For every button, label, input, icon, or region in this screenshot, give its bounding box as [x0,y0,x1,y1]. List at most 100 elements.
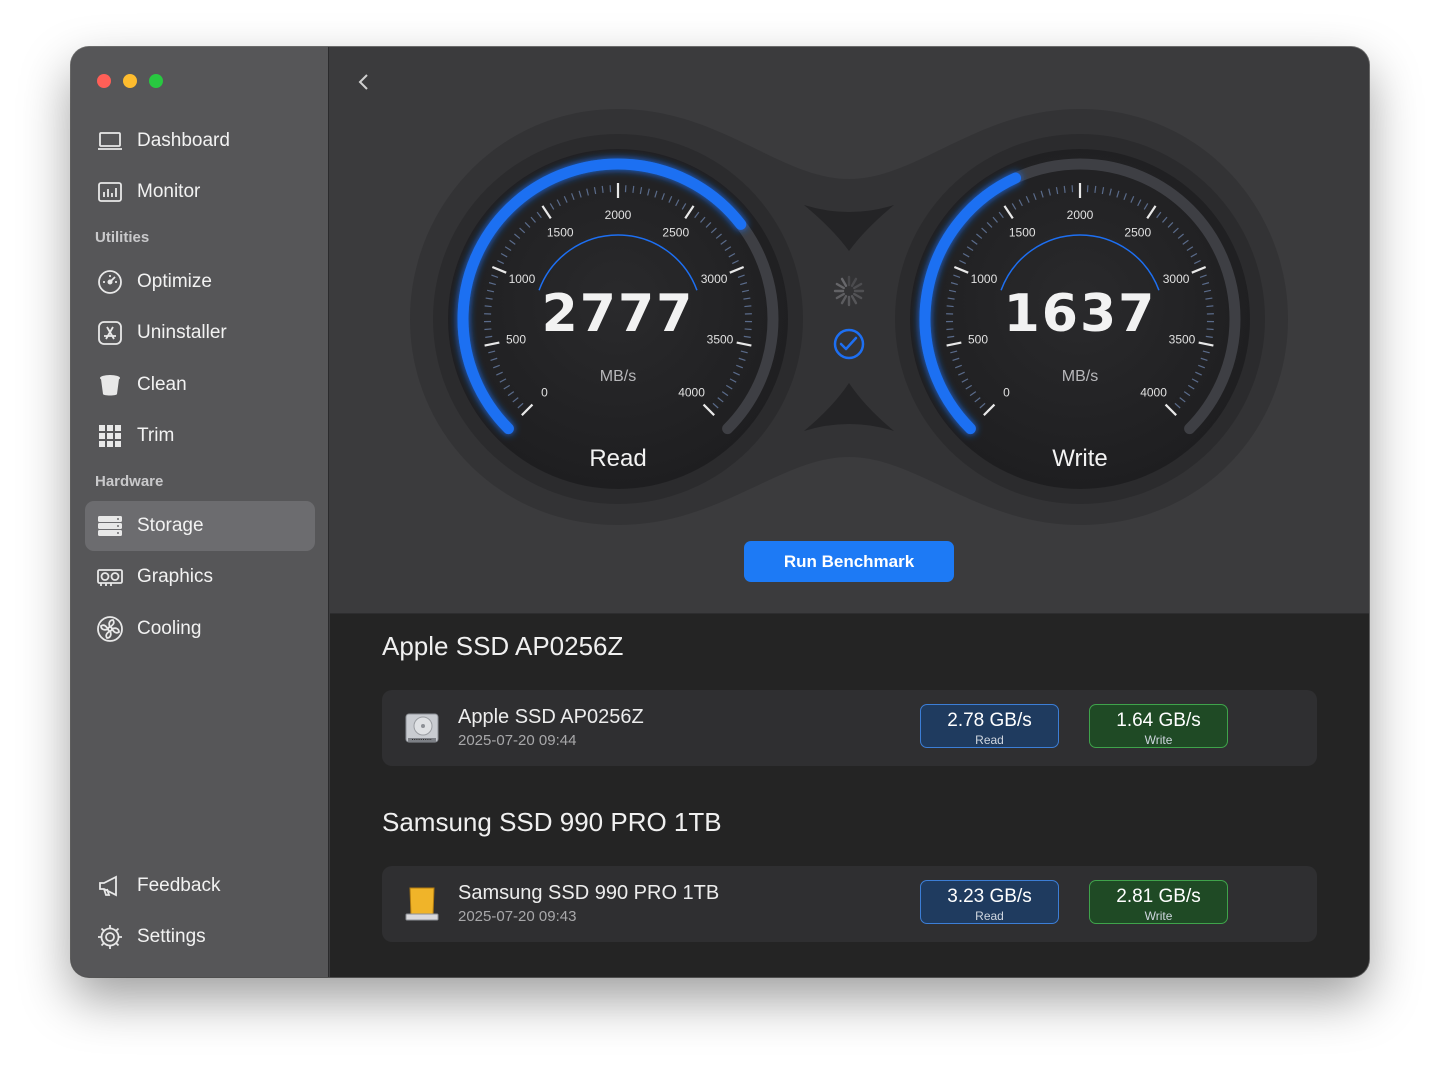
gauge-label: Write [1052,445,1108,472]
sidebar-item-storage[interactable]: Storage [85,501,315,551]
sidebar-item-label: Dashboard [137,130,230,151]
read-speed-value: 3.23 GB/s [947,886,1032,907]
sidebar-item-uninstaller[interactable]: Uninstaller [85,308,315,358]
sidebar-item-cooling[interactable]: Cooling [85,604,315,654]
app-window: Dashboard Monitor Utilities Optimize Uni… [71,47,1369,977]
results-panel: Apple SSD AP0256Z Apple SSD AP0256Z 2025… [330,614,1369,977]
write-gauge: 0 500 1000 1500 2000 2500 3000 3500 4000 1637 MB/s… [895,134,1265,504]
megaphone-icon [95,871,125,901]
gauge-tick-label: 3000 [701,272,728,286]
gauge-minor-tick [1094,185,1097,193]
sidebar-item-label: Monitor [137,181,201,202]
sidebar-item-monitor[interactable]: Monitor [85,167,315,217]
speedometer-icon [95,267,125,297]
gauge-tick-label: 3000 [1163,272,1190,286]
sidebar-item-optimize[interactable]: Optimize [85,257,315,307]
gauge-tick-label: 3500 [1169,332,1196,346]
gauge-tick-label: 0 [541,386,548,400]
sidebar: Dashboard Monitor Utilities Optimize Uni… [71,47,329,977]
device-section-title: Apple SSD AP0256Z [382,631,624,661]
gauge-tick-label: 2000 [605,208,632,222]
read-speed-label: Read [975,909,1004,923]
gauge-minor-tick [744,328,752,331]
sidebar-item-clean[interactable]: Clean [85,360,315,410]
chart-icon [95,177,125,207]
write-speed-value: 2.81 GB/s [1116,886,1201,907]
close-window-button[interactable] [97,74,111,88]
graphics-card-icon [95,562,125,592]
gauge-value: 1637 [1004,284,1157,344]
sidebar-item-dashboard[interactable]: Dashboard [85,116,315,166]
gauge-label: Read [589,445,646,472]
gauge-minor-tick [484,328,492,331]
device-date: 2025-07-20 09:43 [458,908,577,925]
device-name: Samsung SSD 990 PRO 1TB [458,882,720,904]
sidebar-item-label: Feedback [137,875,221,896]
speed-gauges: 0 500 1000 1500 2000 2500 3000 3500 4000 2777 MB/s… [410,109,1288,525]
device-result-card[interactable]: Samsung SSD 990 PRO 1TB 2025-07-20 09:43… [382,866,1317,942]
device-result-card[interactable]: Apple SSD AP0256Z 2025-07-20 09:44 2.78 … [382,690,1317,766]
storage-icon [95,511,125,541]
sidebar-item-label: Clean [137,374,187,395]
sidebar-item-graphics[interactable]: Graphics [85,552,315,602]
main-content: 0 500 1000 1500 2000 2500 3000 3500 4000 2777 MB/s… [330,47,1369,977]
sidebar-item-label: Storage [137,515,204,536]
sidebar-item-label: Graphics [137,566,214,587]
read-speed-value: 2.78 GB/s [947,710,1032,731]
gauge-tick-label: 1500 [547,226,574,240]
read-speed-label: Read [975,733,1004,747]
run-benchmark-button[interactable]: Run Benchmark [744,541,954,582]
read-speed-badge: 2.78 GB/s Read [920,704,1059,748]
grid-icon [95,421,125,451]
internal-drive-icon [405,713,439,743]
read-speed-badge: 3.23 GB/s Read [920,880,1059,924]
sidebar-item-label: Uninstaller [137,322,227,343]
gauge-tick-label: 500 [506,332,526,346]
gauge-minor-tick [1206,305,1214,308]
gauge-unit: MB/s [600,368,636,385]
app-store-icon [95,318,125,348]
fan-icon [95,614,125,644]
gauge-minor-tick [484,305,492,308]
gauge-value: 2777 [542,284,695,344]
gauge-tick-label: 4000 [1140,386,1167,400]
device-name: Apple SSD AP0256Z [458,706,644,728]
benchmark-panel: 0 500 1000 1500 2000 2500 3000 3500 4000 2777 MB/s… [330,47,1369,614]
sidebar-item-trim[interactable]: Trim [85,411,315,461]
gauge-minor-tick [632,185,635,193]
sidebar-item-label: Settings [137,926,206,947]
sidebar-item-label: Cooling [137,618,202,639]
gauge-tick-label: 3500 [707,332,734,346]
sidebar-item-label: Trim [137,425,175,446]
gauge-tick-label: 2000 [1067,208,1094,222]
zoom-window-button[interactable] [149,74,163,88]
gauge-tick-label: 1000 [971,272,998,286]
gauge-minor-tick [1063,185,1066,193]
gauge-minor-tick [946,328,954,331]
gauge-tick-label: 500 [968,332,988,346]
minimize-window-button[interactable] [123,74,137,88]
write-speed-value: 1.64 GB/s [1116,710,1201,731]
sidebar-item-label: Optimize [137,271,212,292]
gauge-tick-label: 1000 [509,272,536,286]
gauge-tick-label: 4000 [678,386,705,400]
device-section-title: Samsung SSD 990 PRO 1TB [382,807,722,837]
gauge-tick-label: 2500 [1124,226,1151,240]
write-speed-label: Write [1144,909,1173,923]
section-label-hardware: Hardware [95,473,164,490]
gauge-minor-tick [601,185,604,193]
write-speed-badge: 2.81 GB/s Write [1089,880,1228,924]
gauge-unit: MB/s [1062,368,1098,385]
bin-icon [95,370,125,400]
gauge-tick-label: 2500 [662,226,689,240]
gauge-minor-tick [744,305,752,308]
write-speed-badge: 1.64 GB/s Write [1089,704,1228,748]
section-label-utilities: Utilities [95,229,150,246]
gauge-tick-label: 1500 [1009,226,1036,240]
sidebar-item-settings[interactable]: Settings [85,912,315,962]
gear-icon [95,922,125,952]
gauge-minor-tick [1206,328,1214,331]
sidebar-item-feedback[interactable]: Feedback [85,861,315,911]
traffic-lights [97,74,163,88]
write-speed-label: Write [1144,733,1173,747]
